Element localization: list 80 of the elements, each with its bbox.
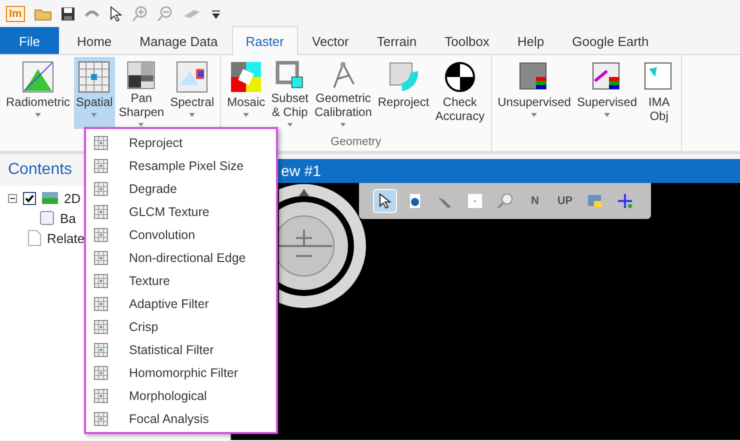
customize-icon[interactable] [210,8,221,18]
caret-icon [604,113,610,117]
ribbon-button[interactable]: Geometric Calibration [312,57,374,129]
document-icon [28,230,41,246]
eraser-icon[interactable] [182,8,202,20]
spatial-grid-icon [78,61,110,93]
ribbon-tab[interactable]: Home [62,27,126,54]
image-icon [42,192,58,204]
grid-icon [94,320,108,334]
ribbon-tab[interactable]: Terrain [362,27,431,54]
menu-item[interactable]: Reproject [86,131,276,154]
grid-icon [94,274,108,288]
grid-icon [94,136,108,150]
tree-item[interactable]: Ba [60,210,76,226]
ribbon-button[interactable]: Unsupervised [496,57,573,129]
zoom-in-icon[interactable] [132,6,148,22]
caret-icon [189,113,196,117]
ribbon-button[interactable]: Subset & Chip [269,57,311,129]
tree-item[interactable]: Relate [47,230,85,246]
grid-icon [94,250,108,264]
menu-item[interactable]: Texture [86,269,276,292]
menu-item[interactable]: Homomorphic Filter [86,361,276,384]
menu-item[interactable]: Morphological [86,384,276,407]
check-accuracy-icon [444,61,476,93]
caret-icon [35,113,42,117]
ribbon-button[interactable]: Reproject [376,57,432,129]
menu-item[interactable]: Focal Analysis [86,407,276,430]
menu-item[interactable]: GLCM Texture [86,200,276,223]
grid-icon [94,228,108,242]
menu-item[interactable]: Convolution [86,223,276,246]
radiometric-icon [22,61,54,93]
ribbon-button[interactable]: Spatial [74,57,115,129]
ribbon-tab[interactable]: Google Earth [558,27,663,54]
save-icon[interactable] [60,6,75,20]
ribbon-tab[interactable]: Help [503,27,558,54]
zoom-out-icon[interactable] [156,6,173,22]
grid-icon [94,204,108,218]
checkbox[interactable] [23,192,36,204]
grid-icon [94,412,108,426]
caret-icon [91,113,98,117]
caret-icon [531,113,538,117]
pointer-icon[interactable] [108,6,123,22]
menu-item[interactable]: Adaptive Filter [86,292,276,315]
menu-item[interactable]: Non-directional Edge [86,246,276,269]
pan-sharpen-icon [125,61,158,90]
ribbon-tab[interactable]: Vector [298,27,363,54]
ribbon-tab[interactable]: File [0,27,59,54]
grid-icon [94,158,108,172]
toolbar-button[interactable]: UP [553,189,577,213]
folder-icon[interactable] [34,6,52,20]
caret-icon [340,123,346,127]
reproject-icon [388,61,420,93]
spectral-icon [176,61,208,93]
ribbon-tab[interactable]: Toolbox [430,27,504,54]
ribbon-button[interactable]: Supervised [574,57,640,129]
grid-icon [94,296,108,310]
mosaic-icon [230,61,262,93]
ribbon-tab[interactable]: Manage Data [126,27,232,54]
app-logo: Im [6,6,25,22]
caret-icon [286,123,293,127]
ribbon-button[interactable]: IMA Obj [641,57,678,129]
menu-item[interactable]: Statistical Filter [86,338,276,361]
grid-icon [94,366,108,380]
menu-item[interactable]: Crisp [86,315,276,338]
checkbox[interactable] [40,211,54,225]
caret-icon [243,113,250,117]
group-label: Geometry [330,136,382,149]
subset-icon [274,61,306,90]
ribbon-button[interactable]: Radiometric [4,57,72,129]
tree-item[interactable]: 2D [64,190,81,206]
toolbar-button[interactable]: N [523,189,547,213]
grid-icon [94,342,108,356]
undo-icon[interactable] [84,8,100,20]
ribbon-button[interactable]: Mosaic [225,57,268,129]
collapse-icon[interactable] [8,194,17,202]
grid-icon [94,388,108,402]
ribbon-tab[interactable]: Raster [232,26,298,55]
grid-icon [94,182,108,196]
ribbon-button[interactable]: Check Accuracy [433,57,487,129]
ribbon-button[interactable]: Spectral [168,57,216,129]
